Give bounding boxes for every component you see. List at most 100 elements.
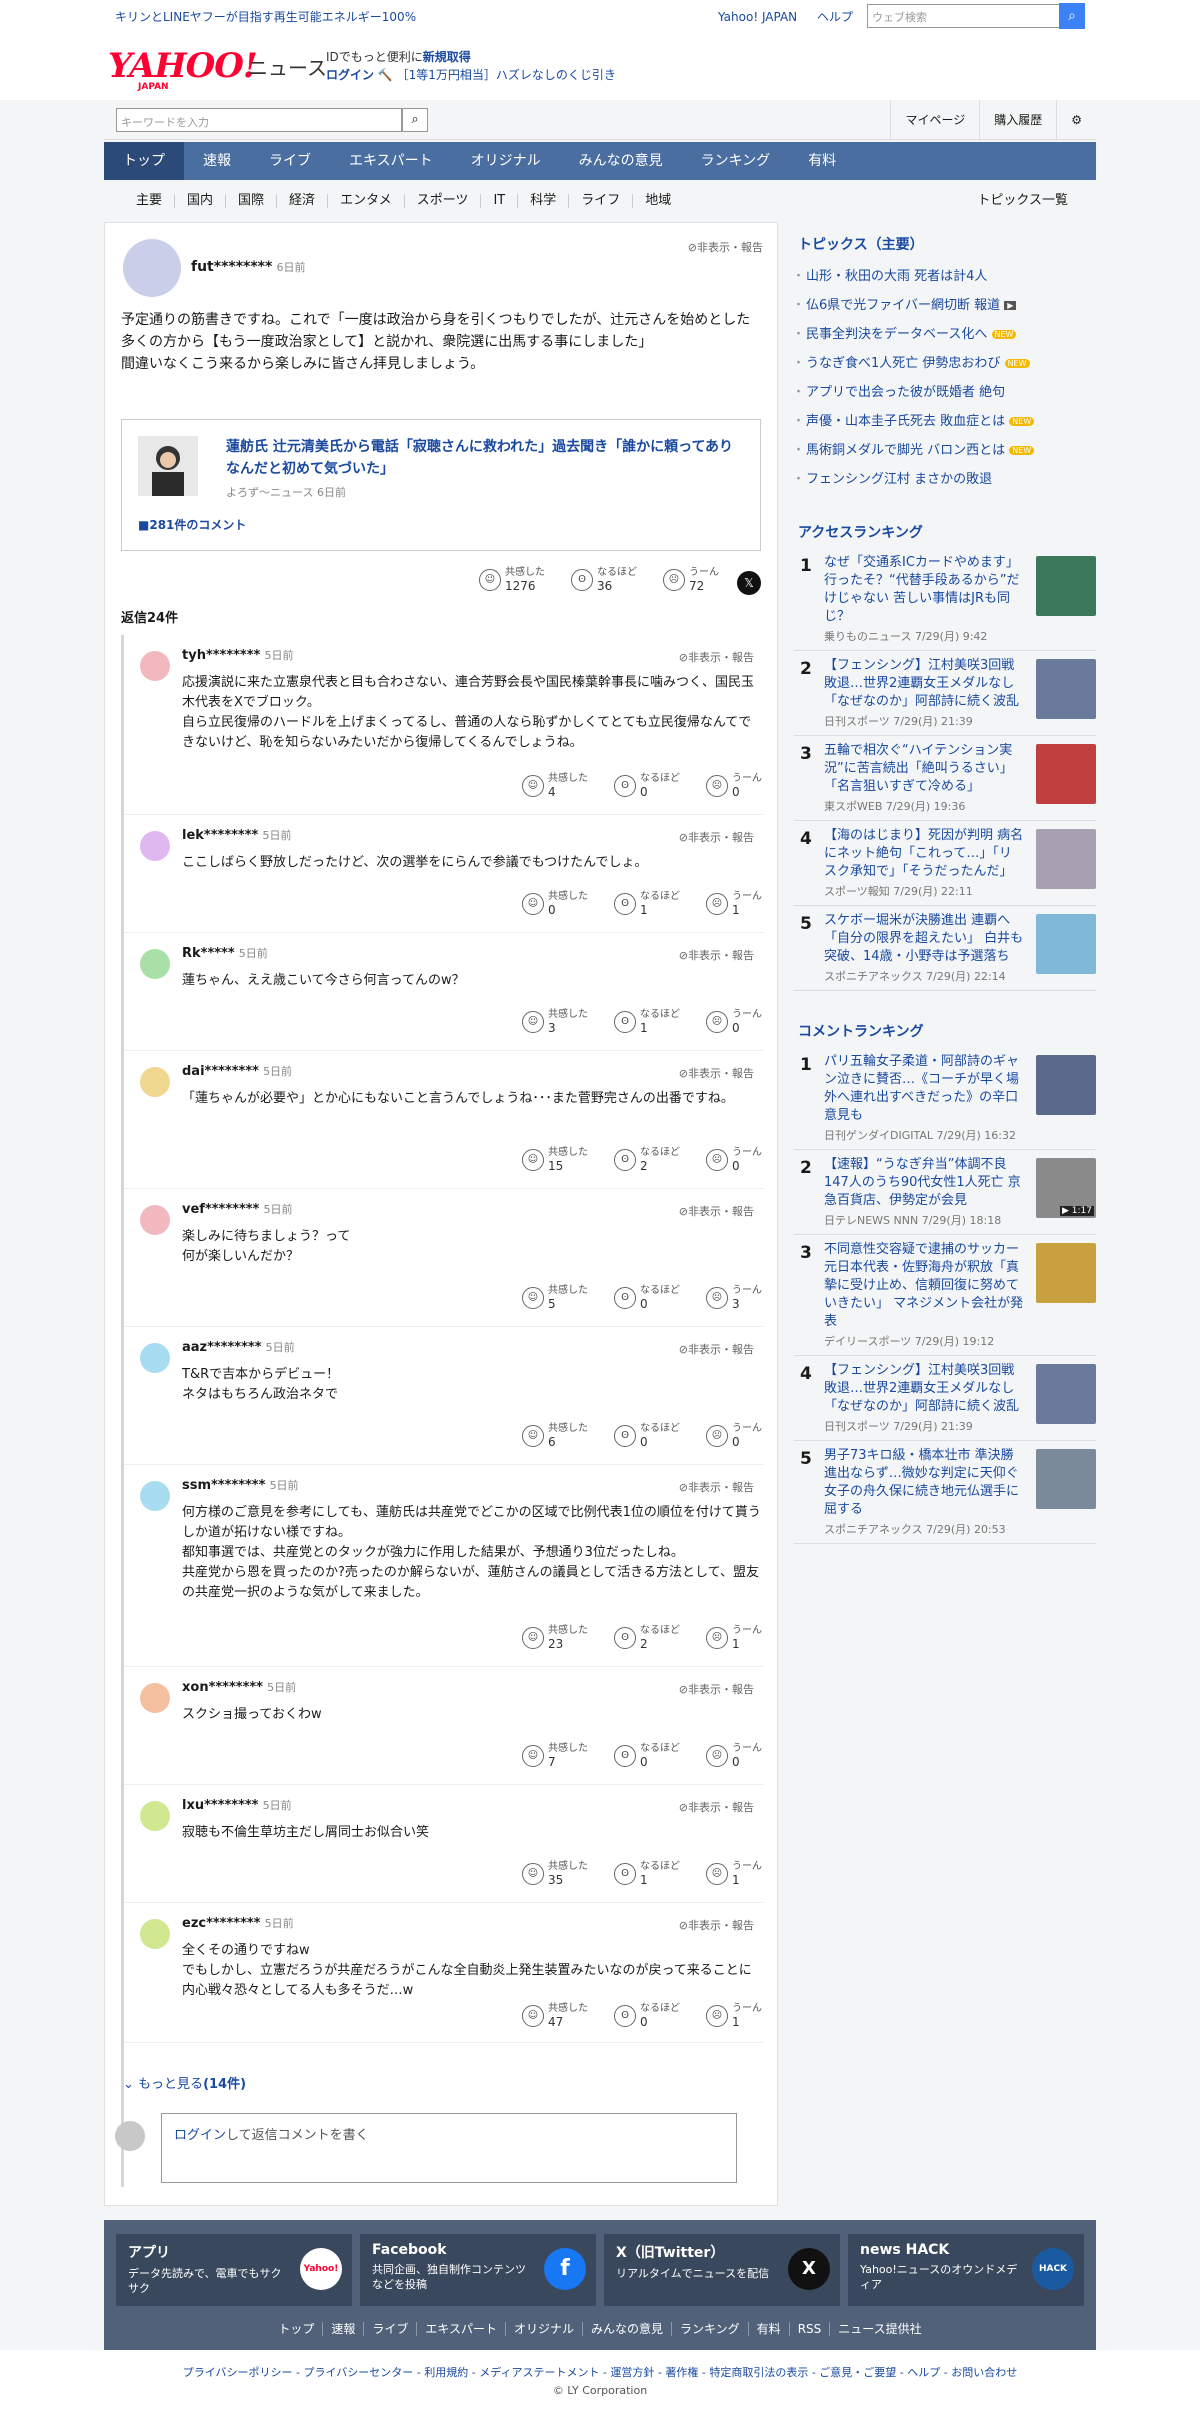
username[interactable]: lxu******** <box>182 1798 258 1813</box>
yahoo-japan-link[interactable]: Yahoo! JAPAN <box>718 10 797 24</box>
footer-link[interactable]: ニュース提供社 <box>830 2322 929 2336</box>
ranking-item[interactable]: 3 五輪で相次ぐ“ハイテンション実況”に苦言続出「絶叫うるさい」「名言狙いすぎて冷… <box>794 736 1096 821</box>
hide-report-button[interactable]: ⊘非表示・報告 <box>688 239 763 255</box>
hmm-button[interactable]: ☹ うーん 0 <box>706 1743 762 1769</box>
comment-count-link[interactable]: ■281件のコメント <box>138 516 246 533</box>
signup-link[interactable]: 新規取得 <box>423 50 471 64</box>
nav-top[interactable]: トップ <box>104 142 184 180</box>
insight-button[interactable]: ʘ なるほど 2 <box>614 1147 680 1173</box>
facebook-promo[interactable]: Facebook 共同企画、独自制作コンテンツなどを投稿 f <box>360 2234 596 2306</box>
empathy-button[interactable]: ☺ 共感した 15 <box>522 1147 588 1173</box>
insight-button[interactable]: ʘ なるほど 2 <box>614 1625 680 1651</box>
insight-button[interactable]: ʘ なるほど 1 <box>614 1861 680 1887</box>
username[interactable]: fut******** <box>191 259 272 275</box>
lottery-link[interactable]: ［1等1万円相当］ハズレなしのくじ引き <box>397 68 616 82</box>
reply-input[interactable]: ログインして返信コメントを書く <box>161 2113 737 2183</box>
nav-ranking[interactable]: ランキング <box>682 142 790 180</box>
nav-breaking[interactable]: 速報 <box>184 142 250 180</box>
nav-opinion[interactable]: みんなの意見 <box>560 142 682 180</box>
login-link[interactable]: ログイン <box>326 68 374 82</box>
topic-item[interactable]: 山形・秋田の大雨 死者は計4人 <box>792 260 1096 289</box>
settings-button[interactable]: ⚙ <box>1056 100 1096 140</box>
topic-item[interactable]: うなぎ食べ1人死亡 伊勢忠おわび NEW <box>792 347 1096 376</box>
ranking-item[interactable]: 1 なぜ「交通系ICカードやめます」 行ったそ？“代替手段あるから”だけじゃない … <box>794 548 1096 651</box>
hmm-button[interactable]: ☹ うーん 0 <box>706 1147 762 1173</box>
hmm-button[interactable]: ☹ うーん 3 <box>706 1285 762 1311</box>
yahoo-logo[interactable]: YAHOO! <box>108 46 258 86</box>
username[interactable]: Rk***** <box>182 946 235 961</box>
topic-item[interactable]: 声優・山本圭子氏死去 敗血症とは NEW <box>792 405 1096 434</box>
category-sports[interactable]: スポーツ <box>405 194 482 208</box>
x-promo[interactable]: X（旧Twitter） リアルタイムでニュースを配信 X <box>604 2234 840 2306</box>
web-search-input[interactable]: ウェブ検索 <box>867 4 1060 28</box>
empathy-button[interactable]: ☺ 共感した 47 <box>522 2003 588 2029</box>
username[interactable]: ssm******** <box>182 1478 265 1493</box>
empathy-button[interactable]: ☺ 共感した 0 <box>522 891 588 917</box>
ranking-item[interactable]: 5 スケボー堀米が決勝進出 連覇へ「自分の限界を超えたい」 白井も突破、14歳・小… <box>794 906 1096 991</box>
empathy-button[interactable]: ☺ 共感した 1276 <box>479 567 545 593</box>
insight-button[interactable]: ʘ なるほど 0 <box>614 1743 680 1769</box>
footer-link[interactable]: エキスパート <box>417 2322 506 2336</box>
ranking-item[interactable]: 3 不同意性交容疑で逮捕のサッカー元日本代表・佐野海舟が釈放「真摯に受け止め、信頼… <box>794 1235 1096 1356</box>
footer-link[interactable]: ランキング <box>672 2322 749 2336</box>
show-more-button[interactable]: ⌄ もっと見る(14件) <box>123 2073 246 2092</box>
hide-report-button[interactable]: ⊘非表示・報告 <box>679 829 754 845</box>
hmm-button[interactable]: ☹ うーん 1 <box>706 1861 762 1887</box>
footer-link[interactable]: トップ <box>270 2322 324 2336</box>
hmm-button[interactable]: ☹ うーん 1 <box>706 1625 762 1651</box>
category-world[interactable]: 国際 <box>226 194 278 208</box>
topic-item[interactable]: 民事全判決をデータベース化へ NEW <box>792 318 1096 347</box>
hide-report-button[interactable]: ⊘非表示・報告 <box>679 1799 754 1815</box>
hide-report-button[interactable]: ⊘非表示・報告 <box>679 1341 754 1357</box>
ranking-item[interactable]: 4 【海のはじまり】死因が判明 病名にネット絶句「これって…」「リスク承知で」「そ… <box>794 821 1096 906</box>
renewable-energy-link[interactable]: キリンとLINEヤフーが目指す再生可能エネルギー100% <box>115 8 416 25</box>
x-share-button[interactable]: 𝕏 <box>737 571 761 595</box>
hide-report-button[interactable]: ⊘非表示・報告 <box>679 1479 754 1495</box>
hmm-button[interactable]: ☹ うーん 1 <box>706 891 762 917</box>
username[interactable]: dai******** <box>182 1064 259 1079</box>
policy-links[interactable]: プライバシーポリシー - プライバシーセンター - 利用規約 - メディアステー… <box>0 2364 1200 2380</box>
hmm-button[interactable]: ☹ うーん 0 <box>706 1009 762 1035</box>
insight-button[interactable]: ʘ なるほど 1 <box>614 1009 680 1035</box>
insight-button[interactable]: ʘ なるほど 0 <box>614 1423 680 1449</box>
topics-list-link[interactable]: トピックス一覧 <box>965 194 1080 208</box>
footer-link[interactable]: みんなの意見 <box>583 2322 673 2336</box>
login-link[interactable]: ログイン <box>174 2128 226 2143</box>
mypage-link[interactable]: マイページ <box>890 100 979 140</box>
ranking-item[interactable]: 4 【フェンシング】江村美咲3回戦敗退…世界2連覇女王メダルなし「なぜなのか」阿部… <box>794 1356 1096 1441</box>
nav-live[interactable]: ライブ <box>250 142 330 180</box>
topic-item[interactable]: アプリで出会った彼が既婚者 絶句 <box>792 376 1096 405</box>
footer-link[interactable]: 有料 <box>748 2322 790 2336</box>
empathy-button[interactable]: ☺ 共感した 5 <box>522 1285 588 1311</box>
help-link[interactable]: ヘルプ <box>817 10 853 24</box>
purchase-history-link[interactable]: 購入履歴 <box>979 100 1056 140</box>
category-life[interactable]: ライフ <box>569 194 634 208</box>
username[interactable]: vef******** <box>182 1202 259 1217</box>
insight-button[interactable]: ʘ なるほど 0 <box>614 2003 680 2029</box>
hide-report-button[interactable]: ⊘非表示・報告 <box>679 1203 754 1219</box>
insight-button[interactable]: ʘ なるほど 0 <box>614 1285 680 1311</box>
hmm-button[interactable]: ☹ うーん 0 <box>706 1423 762 1449</box>
username[interactable]: tyh******** <box>182 648 260 663</box>
empathy-button[interactable]: ☺ 共感した 6 <box>522 1423 588 1449</box>
footer-link[interactable]: ライブ <box>364 2322 418 2336</box>
app-promo[interactable]: アプリ データ先読みで、電車でもサクサク Yahoo! <box>116 2234 352 2306</box>
footer-link[interactable]: RSS <box>789 2322 831 2336</box>
article-title[interactable]: 蓮舫氏 辻元清美氏から電話「寂聴さんに救われた」過去聞き「誰かに頼ってありなんだ… <box>226 436 746 480</box>
web-search-button[interactable]: ⌕ <box>1059 3 1085 29</box>
ranking-item[interactable]: 1 パリ五輪女子柔道・阿部詩のギャン泣きに賛否…《コーチが早く場外へ連れ出すべきだ… <box>794 1047 1096 1150</box>
category-science[interactable]: 科学 <box>518 194 570 208</box>
empathy-button[interactable]: ☺ 共感した 23 <box>522 1625 588 1651</box>
empathy-button[interactable]: ☺ 共感した 3 <box>522 1009 588 1035</box>
insight-button[interactable]: ʘ なるほど 1 <box>614 891 680 917</box>
category-domestic[interactable]: 国内 <box>175 194 227 208</box>
news-hack-promo[interactable]: news HACK Yahoo!ニュースのオウンドメディア HACK <box>848 2234 1084 2306</box>
insight-button[interactable]: ʘ なるほど 0 <box>614 773 680 799</box>
keyword-input[interactable]: キーワードを入力 <box>116 108 402 132</box>
category-entertainment[interactable]: エンタメ <box>328 194 405 208</box>
ranking-item[interactable]: 2 【フェンシング】江村美咲3回戦敗退…世界2連覇女王メダルなし「なぜなのか」阿部… <box>794 651 1096 736</box>
keyword-search-button[interactable]: ⌕ <box>402 108 428 132</box>
topic-item[interactable]: 馬術銅メダルで脚光 バロン西とは NEW <box>792 434 1096 463</box>
hide-report-button[interactable]: ⊘非表示・報告 <box>679 947 754 963</box>
empathy-button[interactable]: ☺ 共感した 7 <box>522 1743 588 1769</box>
